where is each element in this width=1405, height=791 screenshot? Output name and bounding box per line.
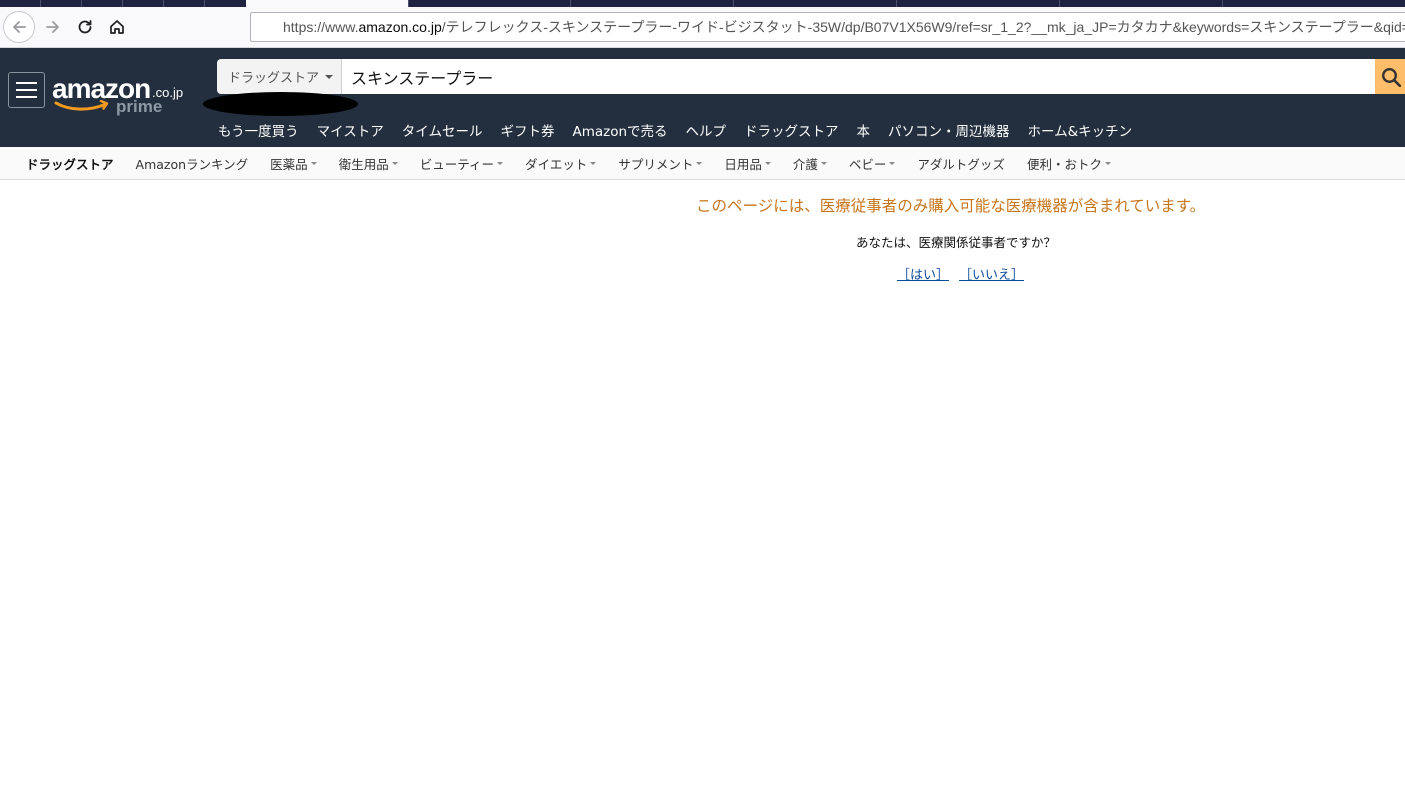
browser-tab[interactable]: [1059, 0, 1222, 7]
smile-arrow-icon: [54, 100, 109, 111]
browser-tab[interactable]: [81, 0, 122, 7]
subnav-item-diet[interactable]: ダイエット: [524, 154, 597, 173]
nav-link-time-sale[interactable]: タイムセール: [402, 120, 483, 140]
nav-link-sell[interactable]: Amazonで売る: [572, 120, 667, 140]
nav-link-buy-again[interactable]: もう一度買う: [218, 120, 299, 140]
search-icon: [1381, 67, 1401, 87]
subnav-item-nursing-care[interactable]: 介護: [793, 154, 827, 173]
subnav-item-label: 便利・おトク: [1026, 156, 1102, 172]
amazon-header: amazon .co.jp prime ドラッグストア もう一度買う マイストア…: [0, 48, 1405, 147]
dropdown-caret-icon: [889, 161, 896, 165]
browser-tab[interactable]: [204, 0, 246, 7]
subnav-item-baby[interactable]: ベビー: [849, 154, 896, 173]
nav-link-books[interactable]: 本: [857, 120, 871, 140]
forward-button[interactable]: [37, 11, 69, 43]
menu-button[interactable]: [8, 72, 45, 108]
subnav-item-beauty[interactable]: ビューティー: [420, 154, 503, 173]
browser-tab[interactable]: [896, 0, 1059, 7]
subnav-item-label: 医薬品: [270, 156, 308, 172]
browser-tab[interactable]: [163, 0, 204, 7]
redaction-mark: [203, 92, 358, 116]
search-department-select[interactable]: ドラッグストア: [217, 59, 343, 94]
search-bar: ドラッグストア: [217, 59, 1405, 94]
search-button[interactable]: [1375, 59, 1405, 94]
category-subnav: ドラッグストア Amazonランキング 医薬品 衛生用品 ビューティー ダイエッ…: [0, 147, 1405, 180]
amazon-logo[interactable]: amazon .co.jp prime: [52, 74, 192, 120]
dropdown-caret-icon: [696, 161, 703, 165]
logo-prime: prime: [116, 97, 163, 116]
home-icon: [110, 20, 124, 34]
subnav-item-label: 介護: [792, 156, 818, 172]
nav-link-home-kitchen[interactable]: ホーム&キッチン: [1028, 120, 1133, 140]
browser-tab[interactable]: [570, 0, 733, 7]
arrow-left-icon: [13, 21, 26, 33]
dropdown-caret-icon: [820, 161, 827, 165]
subnav-item-daily-goods[interactable]: 日用品: [724, 154, 771, 173]
url-path: /テレフレックス-スキンステープラー-ワイド-ビジスタット-35W/dp/B07…: [441, 19, 1405, 35]
dropdown-caret-icon: [1104, 161, 1111, 165]
browser-tab[interactable]: [1222, 0, 1405, 7]
nav-link-gift-cards[interactable]: ギフト券: [500, 120, 554, 140]
subnav-item-supplements[interactable]: サプリメント: [618, 154, 703, 173]
medical-professional-question: あなたは、医療関係従事者ですか？: [856, 235, 1057, 250]
nav-link-computers[interactable]: パソコン・周辺機器: [888, 120, 1010, 140]
search-input[interactable]: [342, 59, 1375, 94]
medical-device-notice: このページには、医療従事者のみ購入可能な医療機器が含まれています。: [696, 197, 1206, 215]
dropdown-caret-icon: [310, 161, 317, 165]
browser-toolbar: https://www.amazon.co.jp/テレフレックス-スキンステープ…: [0, 7, 1405, 48]
dropdown-caret-icon: [590, 161, 597, 165]
nav-link-my-store[interactable]: マイストア: [317, 120, 384, 140]
browser-tab-strip: [0, 0, 1405, 7]
browser-tab[interactable]: [122, 0, 163, 7]
hamburger-line: [16, 82, 37, 84]
nav-link-help[interactable]: ヘルプ: [686, 120, 727, 140]
answer-links: ［はい］ ［いいえ］: [897, 264, 1024, 283]
url-domain: amazon.co.jp: [358, 19, 442, 35]
subnav-item-medicine[interactable]: 医薬品: [270, 154, 317, 173]
arrow-right-icon: [46, 21, 59, 33]
dropdown-caret-icon: [764, 161, 771, 165]
yes-link[interactable]: ［はい］: [897, 264, 949, 283]
subnav-item-label: Amazonランキング: [135, 156, 249, 172]
subnav-item-label: 日用品: [724, 156, 762, 172]
subnav-item-label: サプリメント: [618, 156, 694, 172]
browser-tab[interactable]: [40, 0, 81, 7]
url-prefix: https://www.: [283, 19, 359, 35]
subnav-item-adult-goods[interactable]: アダルトグッズ: [917, 154, 1005, 173]
subnav-item-label: ドラッグストア: [26, 156, 114, 172]
search-department-label: ドラッグストア: [228, 71, 320, 86]
dropdown-caret-icon: [496, 161, 503, 165]
header-nav-links: もう一度買う マイストア タイムセール ギフト券 Amazonで売る ヘルプ ド…: [218, 120, 1150, 140]
subnav-item-drugstore[interactable]: ドラッグストア: [26, 154, 114, 173]
subnav-item-label: ビューティー: [419, 156, 494, 172]
browser-tab-active[interactable]: [246, 0, 408, 7]
browser-tab[interactable]: [733, 0, 896, 7]
subnav-item-label: ダイエット: [524, 156, 588, 172]
back-button[interactable]: [3, 11, 35, 43]
dropdown-caret-icon: [391, 161, 398, 165]
url-text[interactable]: https://www.amazon.co.jp/テレフレックス-スキンステープ…: [283, 17, 1405, 37]
reload-icon: [78, 20, 92, 34]
browser-tab[interactable]: [408, 0, 570, 7]
subnav-item-label: アダルトグッズ: [917, 156, 1005, 172]
subnav-item-deals[interactable]: 便利・おトク: [1027, 154, 1111, 173]
subnav-item-ranking[interactable]: Amazonランキング: [136, 154, 249, 173]
nav-link-drugstore[interactable]: ドラッグストア: [744, 120, 839, 140]
subnav-item-hygiene[interactable]: 衛生用品: [339, 154, 398, 173]
subnav-item-label: 衛生用品: [338, 156, 389, 172]
no-link[interactable]: ［いいえ］: [959, 264, 1024, 283]
hamburger-line: [16, 96, 37, 98]
reload-button[interactable]: [69, 11, 101, 43]
subnav-item-label: ベビー: [848, 156, 887, 172]
caret-down-icon: [325, 74, 334, 79]
hamburger-line: [16, 89, 37, 91]
home-button[interactable]: [101, 11, 133, 43]
address-bar[interactable]: https://www.amazon.co.jp/テレフレックス-スキンステープ…: [250, 12, 1405, 42]
